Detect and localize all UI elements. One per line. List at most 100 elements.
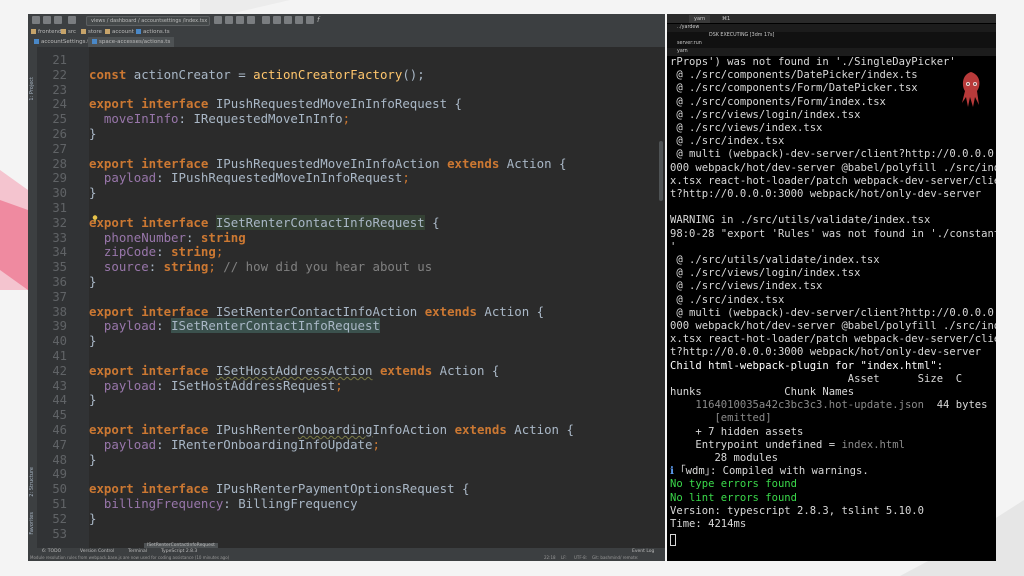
save-icon[interactable] bbox=[43, 16, 51, 24]
run-config-select[interactable]: views / dashboard / accountsettings /ind… bbox=[86, 16, 210, 26]
open-icon[interactable] bbox=[32, 16, 40, 24]
terminal-tab-shortcut[interactable]: ⌘1 bbox=[717, 15, 735, 23]
lightbulb-icon[interactable] bbox=[92, 215, 98, 222]
line-separator[interactable]: LF: bbox=[561, 555, 567, 561]
line-number[interactable]: 29 bbox=[37, 171, 67, 186]
code-line[interactable] bbox=[89, 142, 665, 157]
line-number[interactable]: 48 bbox=[37, 453, 67, 468]
code-line[interactable]: const actionCreator = actionCreatorFacto… bbox=[89, 67, 665, 83]
line-number[interactable]: 46 bbox=[37, 423, 67, 438]
breadcrumb-item[interactable]: store bbox=[81, 27, 102, 37]
line-number[interactable]: 51 bbox=[37, 497, 67, 512]
debug-icon[interactable] bbox=[225, 16, 233, 24]
line-number[interactable]: 32 bbox=[37, 216, 67, 231]
line-number[interactable]: 50 bbox=[37, 482, 67, 497]
coverage-icon[interactable] bbox=[236, 16, 244, 24]
tab-account-settings[interactable]: accountSettings.ts bbox=[30, 37, 96, 47]
function-icon[interactable]: f bbox=[317, 16, 325, 24]
git-branch[interactable]: Git: bashmind/ remote: bbox=[592, 555, 638, 561]
line-number[interactable]: 39 bbox=[37, 319, 67, 334]
code-line[interactable]: } bbox=[89, 185, 665, 201]
breadcrumb-item[interactable]: account bbox=[105, 27, 134, 37]
code-line[interactable]: moveInInfo: IRequestedMoveInInfo; bbox=[89, 111, 665, 127]
structure-tool-button[interactable]: 2: Structure bbox=[29, 467, 35, 497]
code-line[interactable]: phoneNumber: string bbox=[89, 230, 665, 246]
line-number[interactable]: 52 bbox=[37, 512, 67, 527]
code-line[interactable] bbox=[89, 53, 665, 68]
code-line[interactable]: zipCode: string; bbox=[89, 244, 665, 260]
line-number[interactable]: 43 bbox=[37, 379, 67, 394]
line-number[interactable]: 38 bbox=[37, 305, 67, 320]
line-number[interactable]: 27 bbox=[37, 142, 67, 157]
breadcrumb-item[interactable]: frontend bbox=[31, 27, 61, 37]
line-number[interactable]: 33 bbox=[37, 231, 67, 246]
line-number[interactable]: 28 bbox=[37, 157, 67, 172]
sync-icon[interactable] bbox=[54, 16, 62, 24]
editor-scrollbar[interactable] bbox=[657, 47, 665, 548]
line-number[interactable]: 53 bbox=[37, 527, 67, 542]
line-number[interactable]: 31 bbox=[37, 201, 67, 216]
line-number[interactable]: 22 bbox=[37, 68, 67, 83]
history-icon[interactable] bbox=[284, 16, 292, 24]
cursor-position[interactable]: 22:18 bbox=[544, 555, 556, 561]
line-number[interactable]: 41 bbox=[37, 349, 67, 364]
code-line[interactable] bbox=[89, 527, 665, 542]
line-number[interactable]: 36 bbox=[37, 275, 67, 290]
code-line[interactable]: export interface ISetRenterContactInfoRe… bbox=[89, 214, 665, 231]
line-number[interactable]: 49 bbox=[37, 467, 67, 482]
back-icon[interactable] bbox=[68, 16, 76, 24]
line-number[interactable]: 40 bbox=[37, 334, 67, 349]
line-number[interactable]: 25 bbox=[37, 112, 67, 127]
code-line[interactable]: export interface ISetHostAddressAction e… bbox=[89, 363, 665, 379]
code-line[interactable]: source: string; // how did you hear abou… bbox=[89, 259, 665, 275]
code-line[interactable] bbox=[89, 290, 665, 305]
line-number[interactable]: 44 bbox=[37, 393, 67, 408]
code-line[interactable] bbox=[89, 83, 665, 98]
code-line[interactable]: payload: ISetRenterContactInfoRequest bbox=[89, 318, 665, 334]
code-line[interactable]: payload: ISetHostAddressRequest; bbox=[89, 378, 665, 394]
code-line[interactable] bbox=[89, 467, 665, 482]
vcs-update-icon[interactable] bbox=[262, 16, 270, 24]
vcs-commit-icon[interactable] bbox=[273, 16, 281, 24]
breadcrumb-item[interactable]: actions.ts bbox=[136, 27, 170, 37]
line-number[interactable]: 30 bbox=[37, 186, 67, 201]
line-number[interactable]: 21 bbox=[37, 53, 67, 68]
line-number[interactable]: 23 bbox=[37, 83, 67, 98]
code-line[interactable] bbox=[89, 349, 665, 364]
code-line[interactable]: } bbox=[89, 452, 665, 468]
line-number[interactable]: 24 bbox=[37, 97, 67, 112]
line-number[interactable]: 35 bbox=[37, 260, 67, 275]
scrollbar-thumb[interactable] bbox=[659, 141, 663, 201]
code-line[interactable]: } bbox=[89, 333, 665, 349]
project-tool-button[interactable]: 1: Project bbox=[29, 77, 35, 101]
code-line[interactable]: } bbox=[89, 511, 665, 527]
code-line[interactable] bbox=[89, 408, 665, 423]
code-line[interactable]: billingFrequency: BillingFrequency bbox=[89, 496, 665, 512]
code-line[interactable]: export interface IPushRequestedMoveInInf… bbox=[89, 96, 665, 112]
code-line[interactable]: export interface IPushRenterPaymentOptio… bbox=[89, 481, 665, 497]
file-encoding[interactable]: UTF-8: bbox=[574, 555, 587, 561]
line-number[interactable]: 42 bbox=[37, 364, 67, 379]
code-editor[interactable]: const actionCreator = actionCreatorFacto… bbox=[89, 47, 665, 548]
code-line[interactable] bbox=[89, 201, 665, 216]
code-line[interactable]: payload: IRenterOnboardingInfoUpdate; bbox=[89, 437, 665, 453]
stop-icon[interactable] bbox=[247, 16, 255, 24]
line-number[interactable]: 34 bbox=[37, 245, 67, 260]
breadcrumb-item[interactable]: src bbox=[61, 27, 76, 37]
line-number[interactable]: 47 bbox=[37, 438, 67, 453]
line-number[interactable]: 45 bbox=[37, 408, 67, 423]
line-number[interactable]: 37 bbox=[37, 290, 67, 305]
code-line[interactable]: } bbox=[89, 274, 665, 290]
code-line[interactable]: } bbox=[89, 126, 665, 142]
code-line[interactable]: export interface IPushRenterOnboardingIn… bbox=[89, 422, 665, 438]
run-icon[interactable] bbox=[214, 16, 222, 24]
settings-icon[interactable] bbox=[306, 16, 314, 24]
revert-icon[interactable] bbox=[295, 16, 303, 24]
terminal-tab-yarn[interactable]: yarn bbox=[689, 15, 711, 23]
code-line[interactable]: export interface IPushRequestedMoveInInf… bbox=[89, 156, 665, 172]
line-number[interactable]: 26 bbox=[37, 127, 67, 142]
favorites-tool-button[interactable]: Favorites bbox=[29, 512, 35, 535]
code-line[interactable]: payload: IPushRequestedMoveInInfoRequest… bbox=[89, 170, 665, 186]
code-line[interactable]: export interface ISetRenterContactInfoAc… bbox=[89, 304, 665, 320]
code-line[interactable]: } bbox=[89, 392, 665, 408]
